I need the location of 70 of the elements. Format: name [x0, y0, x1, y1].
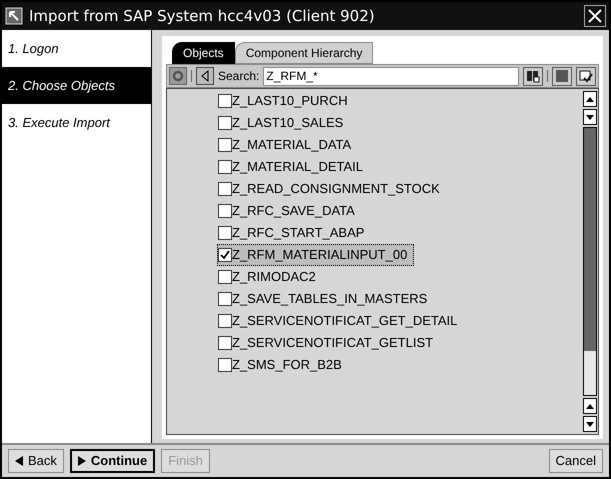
checkbox[interactable] [218, 358, 232, 372]
step-item[interactable]: 2. Choose Objects [2, 67, 151, 104]
checkbox[interactable] [218, 94, 232, 108]
checkbox[interactable] [218, 248, 232, 262]
checkbox[interactable] [218, 226, 232, 240]
object-name: Z_LAST10_SALES [232, 114, 344, 132]
object-row[interactable]: Z_SMS_FOR_B2B [217, 354, 349, 376]
scroll-down-button[interactable] [583, 416, 597, 432]
object-name: Z_MATERIAL_DETAIL [232, 158, 363, 176]
checkbox[interactable] [218, 160, 232, 174]
object-name: Z_MATERIAL_DATA [232, 136, 352, 154]
checkbox[interactable] [218, 336, 232, 350]
object-name: Z_RIMODAC2 [232, 268, 316, 286]
object-row[interactable]: Z_SERVICENOTIFICAT_GET_DETAIL [217, 310, 464, 332]
scroll-up-button[interactable] [583, 91, 597, 107]
checkbox[interactable] [218, 314, 232, 328]
object-name: Z_SERVICENOTIFICAT_GET_DETAIL [232, 312, 458, 330]
checkbox[interactable] [218, 116, 232, 130]
select-all-button[interactable] [576, 66, 596, 86]
object-name: Z_RFC_START_ABAP [232, 224, 364, 242]
stop-button[interactable] [552, 66, 572, 86]
object-row[interactable]: Z_RFM_MATERIALINPUT_00 [217, 244, 414, 266]
object-name: Z_SERVICENOTIFICAT_GETLIST [232, 334, 434, 352]
object-row[interactable]: Z_MATERIAL_DETAIL [217, 156, 370, 178]
object-name: Z_RFM_MATERIALINPUT_00 [232, 246, 408, 264]
object-row[interactable]: Z_RFC_START_ABAP [217, 222, 372, 244]
down-arrow-icon [586, 114, 594, 120]
object-row[interactable]: Z_LAST10_SALES [217, 112, 350, 134]
object-name: Z_LAST10_PURCH [232, 92, 348, 110]
left-arrow-icon [201, 70, 209, 82]
object-row[interactable]: Z_SAVE_TABLES_IN_MASTERS [217, 288, 434, 310]
object-row[interactable]: Z_READ_CONSIGNMENT_STOCK [217, 178, 447, 200]
object-row[interactable]: Z_MATERIAL_DATA [217, 134, 358, 156]
search-label: Search: [218, 68, 260, 85]
close-button[interactable] [584, 5, 606, 27]
object-name: Z_READ_CONSIGNMENT_STOCK [232, 180, 440, 198]
object-name: Z_SAVE_TABLES_IN_MASTERS [232, 290, 428, 308]
refresh-button[interactable] [169, 67, 187, 85]
window-app-icon [5, 7, 23, 25]
tab[interactable]: Component Hierarchy [234, 42, 374, 64]
object-name: Z_SMS_FOR_B2B [232, 356, 342, 374]
scroll-down-button[interactable] [583, 109, 597, 125]
checkbox[interactable] [218, 270, 232, 284]
scroll-up-button[interactable] [583, 398, 597, 414]
find-button[interactable] [523, 66, 543, 86]
checkbox[interactable] [218, 138, 232, 152]
tab[interactable]: Objects [172, 42, 235, 64]
window-title: Import from SAP System hcc4v03 (Client 902) [29, 6, 376, 27]
up-arrow-icon [586, 404, 594, 408]
down-arrow-icon [586, 422, 594, 426]
object-row[interactable]: Z_SERVICENOTIFICAT_GETLIST [217, 332, 440, 354]
object-row[interactable]: Z_LAST10_PURCH [217, 90, 355, 112]
back-button[interactable]: Back [8, 449, 64, 473]
forward-arrow-icon [78, 456, 86, 466]
square-icon [556, 70, 568, 82]
object-row[interactable]: Z_RFC_SAVE_DATA [217, 200, 362, 222]
check-icon [220, 250, 230, 260]
search-field[interactable]: Z_RFM_* [263, 66, 519, 86]
continue-button[interactable]: Continue [70, 449, 156, 473]
object-row[interactable]: Z_RIMODAC2 [217, 266, 323, 288]
scrollbar-thumb[interactable] [584, 128, 596, 350]
checkbox[interactable] [218, 292, 232, 306]
up-arrow-icon [586, 96, 594, 102]
checklist-icon [579, 70, 593, 82]
cancel-button[interactable]: Cancel [548, 449, 603, 473]
back-arrow-icon [15, 456, 23, 466]
checkbox[interactable] [218, 182, 232, 196]
checkbox[interactable] [218, 204, 232, 218]
collapse-button[interactable] [196, 67, 214, 85]
object-name: Z_RFC_SAVE_DATA [232, 202, 355, 220]
